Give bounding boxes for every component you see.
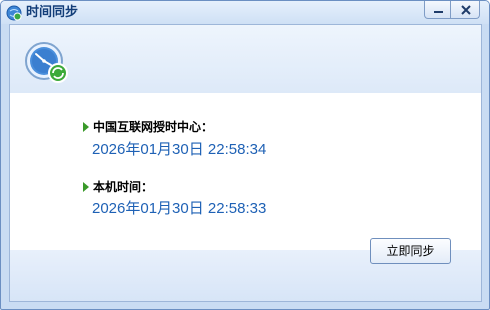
time-sync-window: 时间同步 中国互联网授时中心： 2026年01月30日 22:58:34 本机时…: [0, 0, 490, 310]
local-time-label: 本机时间：: [93, 180, 154, 194]
minimize-icon: [434, 11, 443, 13]
internet-time-value: 2026年01月30日 22:58:34: [92, 141, 267, 158]
window-title: 时间同步: [26, 5, 79, 20]
globe-sync-icon: [6, 5, 22, 21]
bullet-arrow-icon: [83, 182, 89, 192]
panel-header: [10, 25, 481, 93]
bullet-arrow-icon: [83, 122, 89, 132]
close-button[interactable]: [450, 1, 480, 19]
close-icon: [461, 5, 471, 15]
clock-sync-icon: [24, 41, 72, 87]
local-time-value: 2026年01月30日 22:58:33: [92, 200, 267, 217]
title-bar[interactable]: 时间同步: [1, 1, 489, 24]
sync-now-button[interactable]: 立即同步: [370, 238, 451, 264]
minimize-button[interactable]: [424, 1, 451, 19]
internet-time-label: 中国互联网授时中心：: [93, 120, 214, 134]
